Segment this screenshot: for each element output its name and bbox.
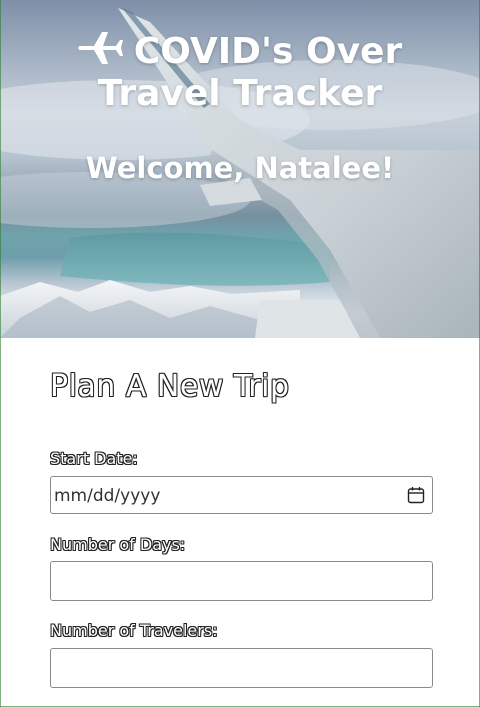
start-date-label: Start Date:: [50, 449, 138, 468]
hero-banner: COVID's Over Travel Tracker Welcome, Nat…: [0, 0, 480, 338]
airplane-icon: [78, 32, 123, 64]
number-of-days-input[interactable]: [50, 561, 433, 601]
app-title-line1: COVID's Over: [133, 31, 403, 72]
frame-edge-left: [0, 0, 1, 707]
form-heading: Plan A New Trip: [50, 369, 290, 404]
number-of-travelers-input[interactable]: [50, 648, 433, 688]
plan-trip-form: Plan A New Trip Start Date: mm/dd/yyyy N…: [0, 338, 480, 707]
start-date-input[interactable]: mm/dd/yyyy: [50, 476, 433, 514]
number-of-travelers-label: Number of Travelers:: [50, 621, 218, 640]
welcome-message: Welcome, Natalee!: [85, 151, 395, 185]
app-title-line2: Travel Tracker: [97, 73, 383, 114]
start-date-placeholder: mm/dd/yyyy: [54, 486, 161, 506]
app-title: COVID's Over Travel Tracker: [0, 30, 480, 115]
calendar-icon[interactable]: [406, 485, 426, 505]
number-of-days-label: Number of Days:: [50, 535, 186, 554]
